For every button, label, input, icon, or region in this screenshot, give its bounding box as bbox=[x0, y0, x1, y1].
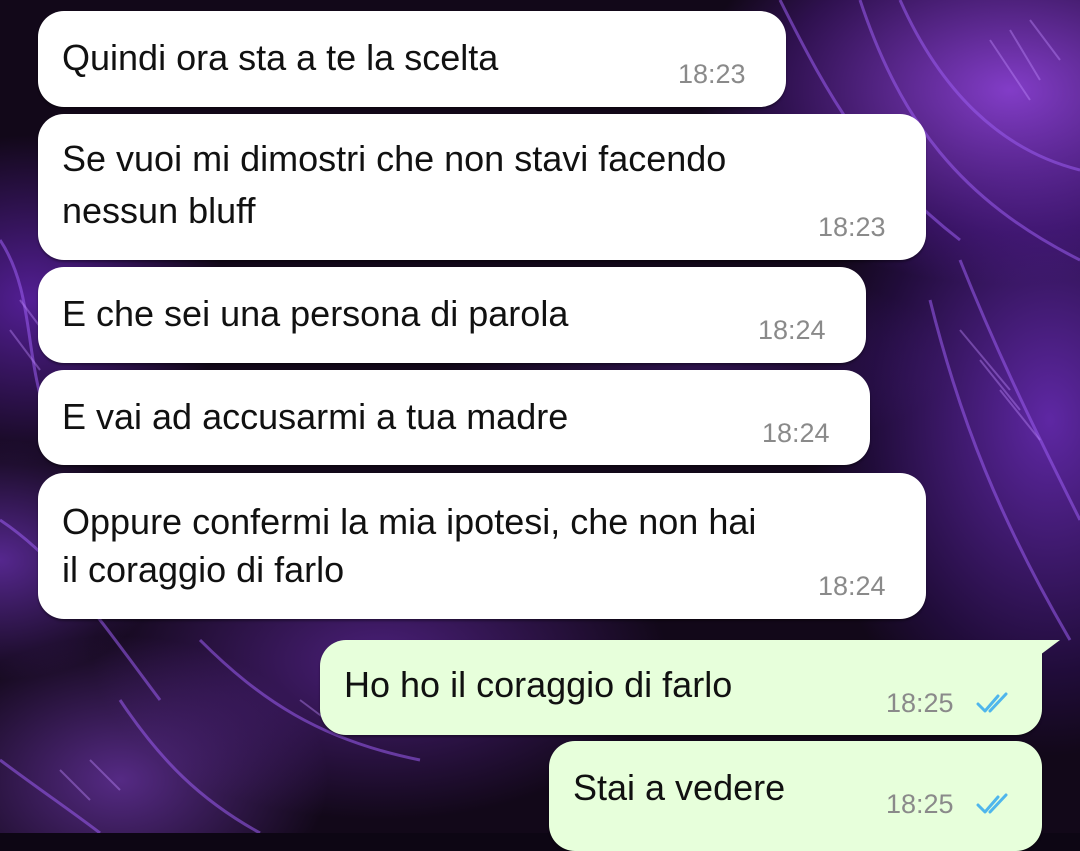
outgoing-message-bubble[interactable]: Ho ho il coraggio di farlo 18:25 bbox=[320, 640, 1042, 735]
message-timestamp: 18:23 bbox=[678, 59, 746, 89]
message-timestamp: 18:24 bbox=[762, 418, 830, 448]
message-text: Ho ho il coraggio di farlo bbox=[344, 664, 733, 705]
message-timestamp: 18:24 bbox=[758, 315, 826, 345]
message-text: Oppure confermi la mia ipotesi, che non … bbox=[62, 501, 757, 542]
double-check-icon bbox=[976, 692, 1008, 713]
incoming-message-bubble[interactable]: E che sei una persona di parola 18:24 bbox=[38, 267, 866, 363]
message-text: nessun bluff bbox=[62, 190, 256, 231]
message-text: E che sei una persona di parola bbox=[62, 293, 569, 334]
message-timestamp: 18:23 bbox=[818, 212, 886, 242]
message-text: il coraggio di farlo bbox=[62, 549, 345, 590]
double-check-icon bbox=[976, 793, 1008, 814]
outgoing-message-bubble[interactable]: Stai a vedere 18:25 bbox=[549, 741, 1042, 851]
message-text: Quindi ora sta a te la scelta bbox=[62, 37, 499, 78]
message-text: Stai a vedere bbox=[573, 767, 786, 808]
message-text: E vai ad accusarmi a tua madre bbox=[62, 396, 569, 437]
message-timestamp: 18:24 bbox=[818, 571, 886, 601]
message-timestamp: 18:25 bbox=[886, 688, 954, 718]
message-text: Se vuoi mi dimostri che non stavi facend… bbox=[62, 138, 727, 179]
incoming-message-bubble[interactable]: E vai ad accusarmi a tua madre 18:24 bbox=[38, 370, 870, 465]
incoming-message-bubble[interactable]: Oppure confermi la mia ipotesi, che non … bbox=[38, 473, 926, 619]
incoming-message-bubble[interactable]: Quindi ora sta a te la scelta 18:23 bbox=[38, 11, 786, 107]
outgoing-bubble-tail bbox=[1036, 640, 1060, 658]
incoming-message-bubble[interactable]: Se vuoi mi dimostri che non stavi facend… bbox=[38, 114, 926, 260]
message-timestamp: 18:25 bbox=[886, 789, 954, 819]
